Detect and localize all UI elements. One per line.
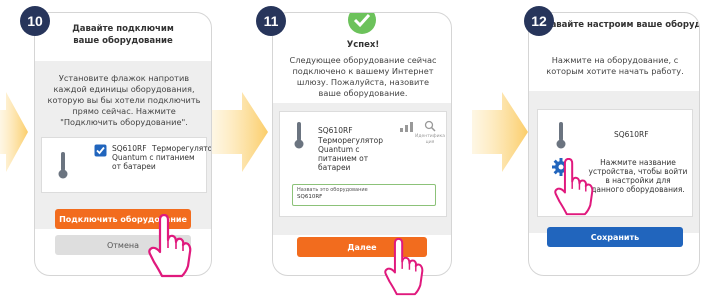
device-name[interactable]: SQ610RF — [614, 130, 649, 139]
screen-description: Следующее оборудование сейчас подключено… — [289, 55, 437, 98]
device-card[interactable]: SQ610RF Терморегулятор Quantum с питание… — [279, 111, 447, 217]
checkbox-icon[interactable] — [94, 144, 107, 157]
success-check-icon — [348, 13, 376, 34]
screen-description: Установите флажок напротив каждой единиц… — [47, 73, 201, 127]
thermometer-icon — [294, 122, 304, 149]
step-badge: 10 — [20, 6, 50, 36]
screen-description: Нажмите на оборудование, с которым хотит… — [546, 55, 684, 76]
arrow-right-icon — [0, 92, 28, 172]
screen-title: Успех! — [346, 40, 380, 50]
pointing-hand-icon — [148, 214, 192, 278]
settings-hint: Нажмите название устройства, чтобы войти… — [588, 158, 688, 194]
thermometer-icon — [58, 152, 68, 179]
name-field[interactable]: Назвать это оборудование SQ610RF — [292, 184, 436, 206]
device-card[interactable]: SQ610RF Терморегулятор Quantum с питание… — [41, 137, 212, 193]
signal-icon — [400, 122, 413, 132]
name-field-label: Назвать это оборудование — [297, 187, 368, 193]
device-description: Терморегулятор Quantum с питанием от бат… — [112, 144, 212, 171]
device-description: Терморегулятор Quantum с питанием от бат… — [318, 136, 383, 172]
arrow-right-icon — [472, 92, 528, 172]
arrow-right-icon — [212, 92, 268, 172]
device-name: SQ610RF — [318, 126, 353, 135]
identify-label[interactable]: Идентификация — [414, 134, 446, 146]
pointing-hand-icon — [554, 158, 594, 216]
screen-title: Давайте подключим ваше оборудование — [72, 24, 174, 46]
phone-screen-step12: Давайте настроим ваше оборудование Нажми… — [528, 12, 700, 276]
name-field-value: SQ610RF — [297, 194, 323, 200]
step-badge: 12 — [524, 6, 554, 36]
step-badge: 11 — [256, 6, 286, 36]
screen-title: Давайте настроим ваше оборудование — [543, 20, 700, 30]
pointing-hand-icon — [384, 238, 424, 296]
save-button[interactable]: Сохранить — [547, 227, 683, 247]
thermometer-icon — [556, 122, 566, 149]
phone-screen-step11: Успех! Следующее оборудование сейчас под… — [272, 12, 452, 276]
identify-icon[interactable] — [424, 120, 436, 132]
